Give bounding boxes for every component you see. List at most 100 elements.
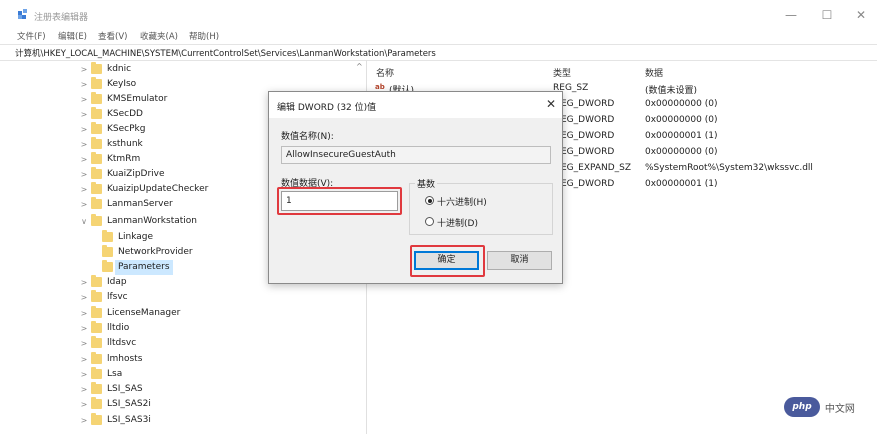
maximize-button[interactable]: ☐ <box>812 6 842 24</box>
folder-icon <box>102 245 113 257</box>
base-label: 基数 <box>415 177 438 190</box>
dec-radio-label[interactable]: 十进制(D) <box>437 216 478 229</box>
chevron-right-icon[interactable]: > <box>80 107 88 122</box>
chevron-right-icon[interactable]: > <box>80 290 88 305</box>
dialog-close-icon[interactable]: ✕ <box>546 97 556 111</box>
dec-radio[interactable] <box>425 217 434 226</box>
chevron-right-icon[interactable]: > <box>80 306 88 321</box>
scroll-up-icon[interactable]: ^ <box>356 62 363 71</box>
value-data: 0x00000000 (0) <box>645 99 718 109</box>
folder-icon <box>91 397 102 409</box>
chevron-right-icon[interactable]: > <box>80 77 88 92</box>
watermark-text: 中文网 <box>824 403 855 415</box>
title-bar: 注册表编辑器 — ☐ ✕ <box>0 0 877 30</box>
folder-icon <box>102 230 113 242</box>
tree-item-label: LicenseManager <box>107 308 181 318</box>
folder-icon <box>91 152 102 164</box>
tree-item-label: KMSEmulator <box>107 94 168 104</box>
folder-open-icon <box>91 214 102 226</box>
edit-dword-dialog: 编辑 DWORD (32 位)值 ✕ 数值名称(N): AllowInsecur… <box>268 91 563 284</box>
chevron-right-icon[interactable]: > <box>80 275 88 290</box>
chevron-right-icon[interactable]: > <box>80 167 88 182</box>
chevron-right-icon[interactable]: > <box>80 367 88 382</box>
tree-item-label: KuaizipUpdateChecker <box>107 184 209 194</box>
tree-item-label: KeyIso <box>107 79 137 89</box>
value-name-field: AllowInsecureGuestAuth <box>281 146 551 164</box>
tree-item-label: kdnic <box>107 64 132 74</box>
tree-item-label: lmhosts <box>107 354 143 364</box>
highlight-frame-ok <box>410 245 485 277</box>
chevron-right-icon[interactable]: > <box>80 182 88 197</box>
chevron-right-icon[interactable]: > <box>80 152 88 167</box>
address-bar[interactable]: 计算机\HKEY_LOCAL_MACHINE\SYSTEM\CurrentCon… <box>0 44 877 61</box>
chevron-right-icon[interactable]: > <box>80 382 88 397</box>
tree-item-label: LSI_SAS2i <box>107 399 151 409</box>
folder-icon <box>91 122 102 134</box>
menu-help[interactable]: 帮助(H) <box>189 30 219 42</box>
registry-editor-icon <box>18 9 27 19</box>
value-data: 0x00000000 (0) <box>645 115 718 125</box>
menu-favorites[interactable]: 收藏夹(A) <box>140 30 178 42</box>
tree-item-label: KuaiZipDrive <box>107 169 165 179</box>
value-data: %SystemRoot%\System32\wkssvc.dll <box>645 163 813 173</box>
close-button[interactable]: ✕ <box>846 6 876 24</box>
folder-icon <box>91 382 102 394</box>
value-data: (数值未设置) <box>645 86 698 96</box>
chevron-right-icon[interactable]: > <box>80 62 88 77</box>
menu-edit[interactable]: 编辑(E) <box>58 30 87 42</box>
chevron-right-icon[interactable]: > <box>80 137 88 152</box>
tree-item-label: KSecDD <box>107 109 143 119</box>
folder-icon <box>91 167 102 179</box>
tree-item-label: NetworkProvider <box>118 247 193 257</box>
dialog-title-bar[interactable]: 编辑 DWORD (32 位)值 ✕ <box>269 92 562 118</box>
chevron-right-icon[interactable]: > <box>80 122 88 137</box>
tree-item-label: LSI_SAS <box>107 384 143 394</box>
folder-icon <box>91 107 102 119</box>
chevron-right-icon[interactable]: > <box>80 336 88 351</box>
tree-item-label: lltdio <box>107 323 130 333</box>
highlight-frame-value <box>277 187 402 215</box>
cancel-button[interactable]: 取消 <box>487 251 552 270</box>
tree-item-label: ksthunk <box>107 139 143 149</box>
chevron-right-icon[interactable]: > <box>80 92 88 107</box>
tree-item-label: lfsvc <box>107 292 128 302</box>
folder-icon <box>91 321 102 333</box>
folder-icon <box>91 137 102 149</box>
chevron-right-icon[interactable]: > <box>80 197 88 212</box>
folder-icon <box>91 182 102 194</box>
tree-item-label: Lsa <box>107 369 123 379</box>
php-logo: php <box>784 397 820 417</box>
tree-item-label: Parameters <box>115 260 173 275</box>
chevron-right-icon[interactable]: > <box>80 352 88 367</box>
value-type: EG_DWORD <box>561 131 615 141</box>
folder-icon <box>91 352 102 364</box>
value-data: 0x00000001 (1) <box>645 131 718 141</box>
tree-item-label: LSI_SAS3i <box>107 415 151 425</box>
folder-icon <box>91 92 102 104</box>
value-data: 0x00000001 (1) <box>645 179 718 189</box>
menu-file[interactable]: 文件(F) <box>17 30 46 42</box>
column-header-type[interactable]: 类型 <box>553 66 571 79</box>
folder-icon <box>91 306 102 318</box>
tree-item-label: Linkage <box>118 232 154 242</box>
folder-icon <box>91 275 102 287</box>
folder-icon <box>91 197 102 209</box>
folder-icon <box>91 290 102 302</box>
tree-item-label: KSecPkg <box>107 124 146 134</box>
column-header-name[interactable]: 名称 <box>376 66 394 79</box>
hex-radio-label[interactable]: 十六进制(H) <box>437 195 487 208</box>
value-type: EG_DWORD <box>561 179 615 189</box>
tree-item-label: LanmanServer <box>107 199 173 209</box>
chevron-right-icon[interactable]: > <box>80 397 88 412</box>
folder-icon <box>91 77 102 89</box>
menu-view[interactable]: 查看(V) <box>98 30 127 42</box>
chevron-right-icon[interactable]: > <box>80 413 88 428</box>
column-header-data[interactable]: 数据 <box>645 66 663 79</box>
folder-icon <box>91 367 102 379</box>
tree-item-label: Idap <box>107 277 127 287</box>
hex-radio[interactable] <box>425 196 434 205</box>
chevron-right-icon[interactable]: > <box>80 321 88 336</box>
value-type: EG_EXPAND_SZ <box>561 163 632 173</box>
minimize-button[interactable]: — <box>776 6 806 24</box>
chevron-down-icon[interactable]: ∨ <box>80 214 88 229</box>
